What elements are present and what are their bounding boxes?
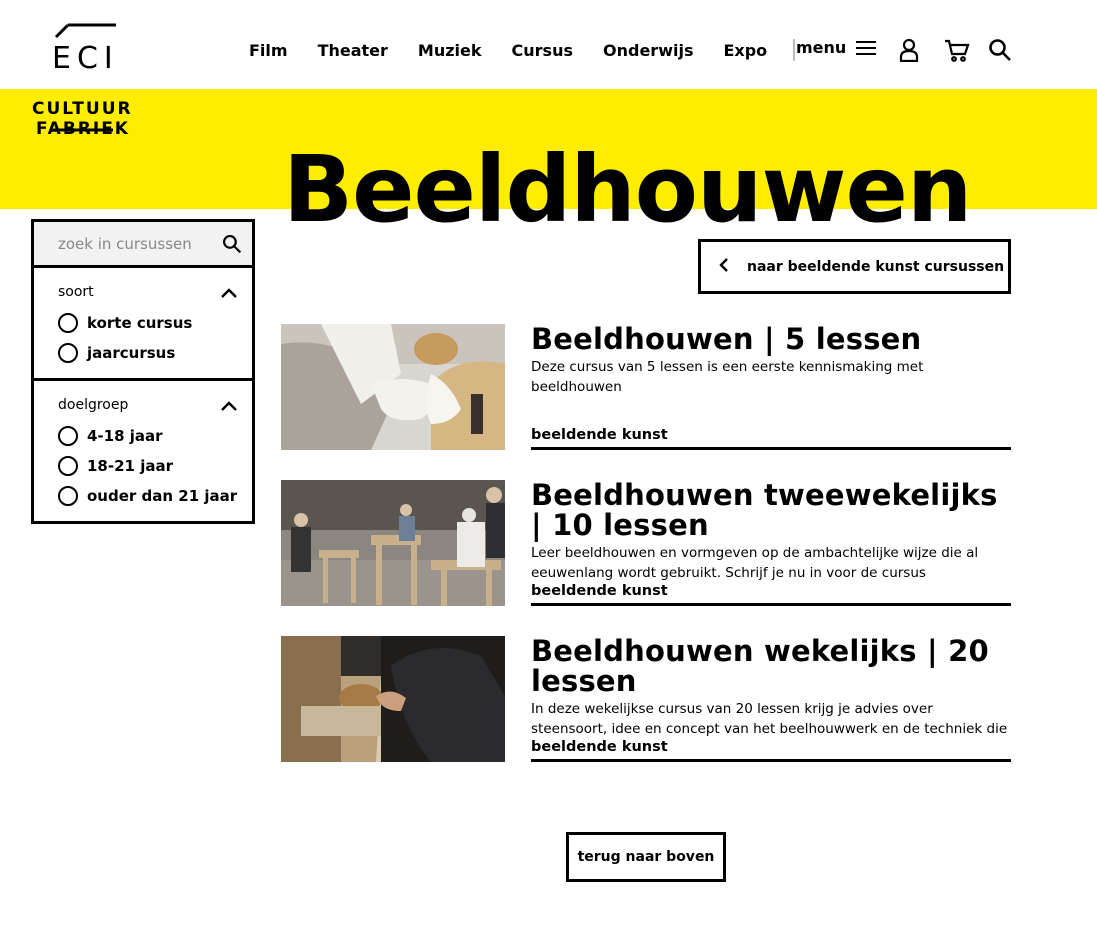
chevron-up-icon[interactable] [220, 284, 238, 303]
radio-label: jaarcursus [87, 344, 176, 362]
radio-button[interactable] [58, 456, 78, 476]
menu-button[interactable]: menu [796, 38, 877, 57]
logo-cultuur: CULTUUR [32, 99, 133, 119]
course-category-tag[interactable]: beeldende kunst [531, 427, 668, 443]
filter-soort: soort korte cursus jaarcursus [34, 268, 252, 378]
radio-option-ouder-dan-21-jaar[interactable]: ouder dan 21 jaar [58, 481, 252, 511]
nav-item-theater[interactable]: Theater [318, 41, 388, 60]
nav-divider [793, 39, 796, 61]
course-card[interactable]: Beeldhouwen | 5 lessen Deze cursus van 5… [281, 324, 1011, 450]
chevron-left-icon [719, 257, 729, 277]
hamburger-icon [856, 39, 877, 57]
main-nav: Film Theater Muziek Cursus Onderwijs Exp… [249, 38, 825, 62]
course-info: Beeldhouwen wekelijks | 20 lessen In dez… [531, 636, 1011, 762]
course-description: Leer beeldhouwen en vormgeven op de amba… [531, 545, 979, 581]
search-submit-icon[interactable] [222, 234, 242, 258]
radio-label: 18-21 jaar [87, 457, 173, 475]
page-title: Beeldhouwen [283, 136, 972, 243]
course-image[interactable] [281, 636, 505, 762]
menu-label: menu [796, 38, 847, 57]
course-card[interactable]: Beeldhouwen wekelijks | 20 lessen In dez… [281, 636, 1011, 762]
search-input[interactable] [34, 222, 252, 265]
course-image[interactable] [281, 480, 505, 606]
chevron-up-icon[interactable] [220, 397, 238, 416]
user-icon[interactable] [898, 38, 920, 66]
nav-item-film[interactable]: Film [249, 41, 288, 60]
course-category-tag[interactable]: beeldende kunst [531, 583, 668, 599]
cart-icon[interactable] [944, 38, 970, 66]
nav-item-cursus[interactable]: Cursus [512, 41, 573, 60]
radio-button[interactable] [58, 426, 78, 446]
course-image[interactable] [281, 324, 505, 450]
course-title[interactable]: Beeldhouwen | 5 lessen [531, 324, 1011, 354]
course-title[interactable]: Beeldhouwen tweewekelijks | 10 lessen [531, 480, 1011, 540]
course-description: Deze cursus van 5 lessen is een eerste k… [531, 359, 924, 395]
radio-button[interactable] [58, 313, 78, 333]
site-logo[interactable]: ECI CULTUUR FABRIEK [28, 22, 140, 138]
back-button-label: naar beeldende kunst cursussen [747, 258, 1005, 275]
course-description: In deze wekelijkse cursus van 20 lessen … [531, 701, 1008, 737]
radio-label: 4-18 jaar [87, 427, 163, 445]
radio-option-18-21-jaar[interactable]: 18-21 jaar [58, 451, 252, 481]
filter-sidebar: soort korte cursus jaarcursus doelgroep … [31, 219, 255, 524]
course-info: Beeldhouwen | 5 lessen Deze cursus van 5… [531, 324, 1011, 450]
course-info: Beeldhouwen tweewekelijks | 10 lessen Le… [531, 480, 1011, 606]
radio-button[interactable] [58, 343, 78, 363]
back-to-top-button[interactable]: terug naar boven [566, 832, 726, 882]
course-category-tag[interactable]: beeldende kunst [531, 739, 668, 755]
radio-option-4-18-jaar[interactable]: 4-18 jaar [58, 421, 252, 451]
course-search [34, 222, 252, 268]
radio-option-korte-cursus[interactable]: korte cursus [58, 308, 252, 338]
back-to-beeldende-kunst-button[interactable]: naar beeldende kunst cursussen [698, 239, 1011, 294]
course-title[interactable]: Beeldhouwen wekelijks | 20 lessen [531, 636, 1011, 696]
radio-label: ouder dan 21 jaar [87, 487, 238, 505]
radio-option-jaarcursus[interactable]: jaarcursus [58, 338, 252, 368]
filter-doelgroep: doelgroep 4-18 jaar 18-21 jaar ouder dan… [34, 378, 252, 521]
radio-label: korte cursus [87, 314, 193, 332]
course-card[interactable]: Beeldhouwen tweewekelijks | 10 lessen Le… [281, 480, 1011, 606]
radio-button[interactable] [58, 486, 78, 506]
logo-eci: ECI [52, 41, 119, 76]
search-icon[interactable] [988, 38, 1012, 66]
nav-item-muziek[interactable]: Muziek [418, 41, 482, 60]
nav-item-expo[interactable]: Expo [723, 41, 767, 60]
nav-item-onderwijs[interactable]: Onderwijs [603, 41, 693, 60]
logo-fabriek: FABRIEK [36, 119, 130, 139]
